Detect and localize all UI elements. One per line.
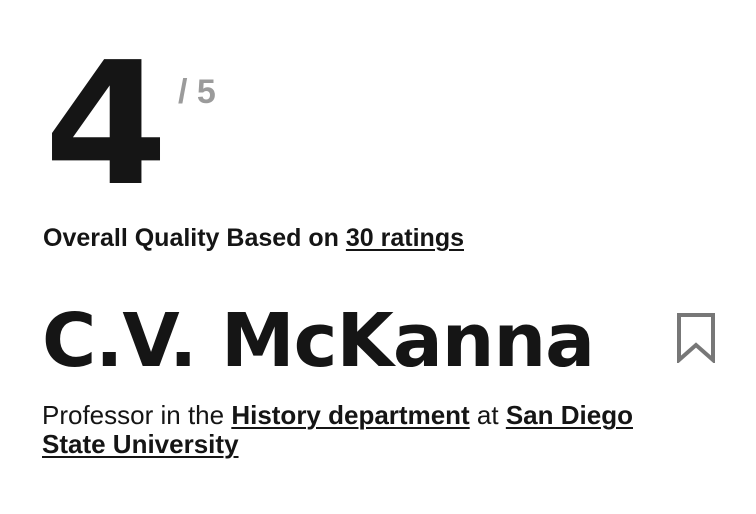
department-line: Professor in the History department at S… [42,401,702,459]
department-prefix: Professor in the [42,400,232,430]
overall-quality-line: Overall Quality Based on 30 ratings [43,222,464,254]
quality-prefix: Overall Quality Based on [43,224,346,252]
bookmark-icon [677,313,715,363]
bookmark-button[interactable] [676,313,716,363]
department-link[interactable]: History department [231,400,469,430]
ratings-link[interactable]: 30 ratings [346,224,464,252]
rating-max: / 5 [178,73,216,111]
professor-name: C.V. McKanna [42,298,595,384]
department-middle: at [469,400,506,430]
rating-block: 4 / 5 [44,40,304,210]
rating-value: 4 [44,26,168,224]
